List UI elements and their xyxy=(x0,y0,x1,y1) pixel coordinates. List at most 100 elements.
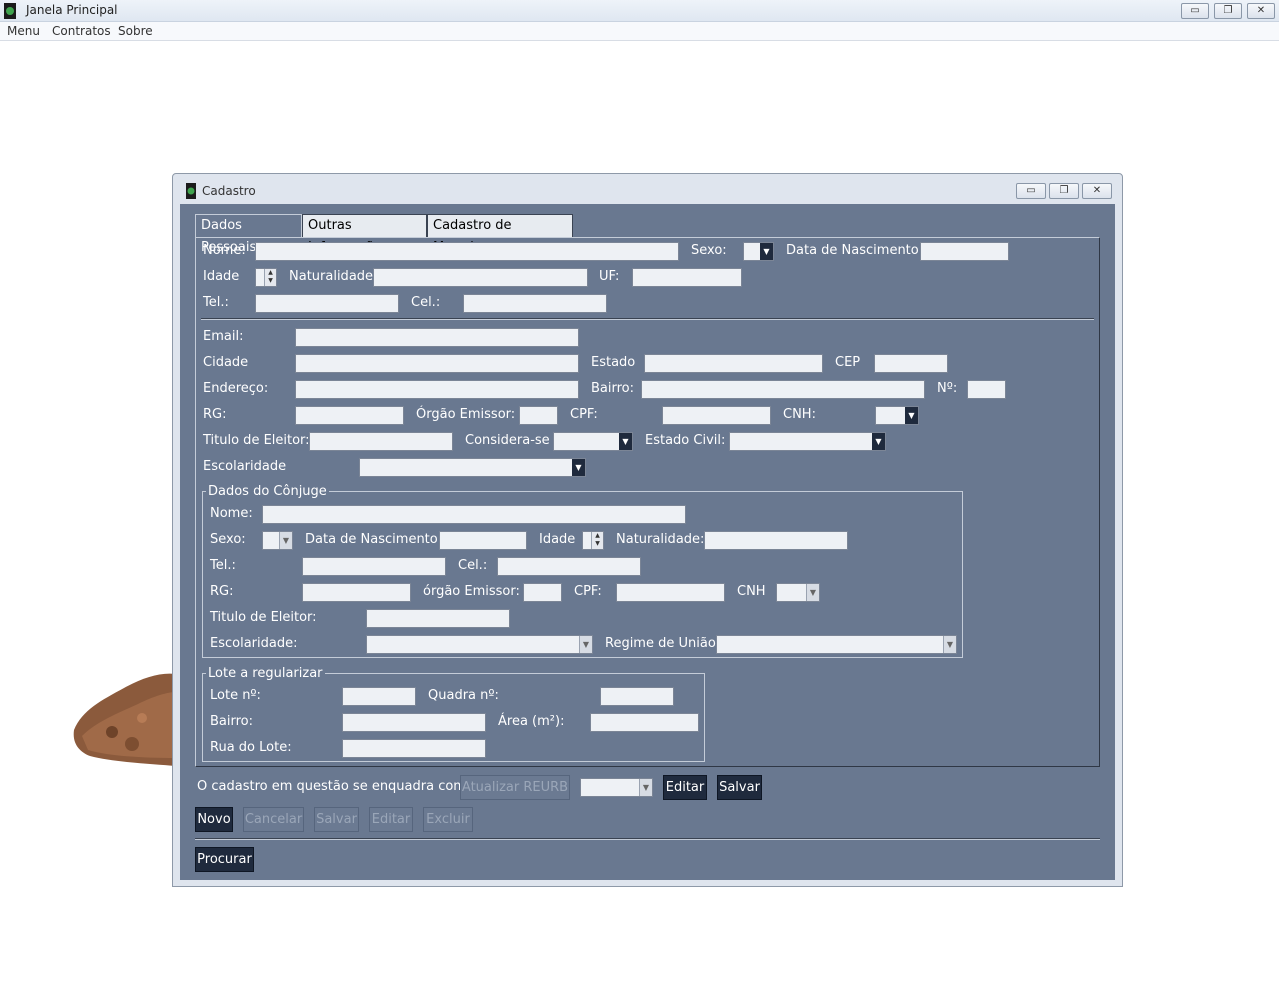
editar-button[interactable]: Editar xyxy=(369,807,413,832)
reurb-editar-button[interactable]: Editar xyxy=(663,775,707,800)
tab-outras-informacoes[interactable]: Outras Inforamções xyxy=(302,214,427,255)
chevron-down-icon: ▼ xyxy=(806,584,819,601)
email-input[interactable] xyxy=(295,328,579,347)
uf-input[interactable] xyxy=(632,268,742,287)
bairro-label: Bairro: xyxy=(591,381,635,396)
sexo-label: Sexo: xyxy=(691,243,727,258)
conjuge-nome-label: Nome: xyxy=(210,506,253,521)
conjuge-sexo-select[interactable]: ▼ xyxy=(262,531,293,550)
numero-label: Nº: xyxy=(937,381,958,396)
conjuge-escolaridade-select[interactable]: ▼ xyxy=(366,635,593,654)
cadastro-restore-button[interactable]: ❐ xyxy=(1049,183,1079,199)
menu-item-sobre[interactable]: Sobre xyxy=(118,24,153,38)
considera-se-select[interactable]: ▼ xyxy=(553,432,633,451)
close-button[interactable]: ✕ xyxy=(1247,3,1275,19)
cadastro-close-button[interactable]: ✕ xyxy=(1082,183,1112,199)
restore-button[interactable]: ❐ xyxy=(1214,3,1242,19)
estado-input[interactable] xyxy=(644,354,823,373)
idade-spinner[interactable]: ▲ ▼ xyxy=(255,268,277,287)
chevron-down-icon: ▼ xyxy=(572,459,585,476)
estado-civil-select[interactable]: ▼ xyxy=(729,432,886,451)
titulo-eleitor-label: Titulo de Eleitor: xyxy=(203,433,310,448)
conjuge-naturalidade-label: Naturalidade: xyxy=(616,532,705,547)
rua-lote-input[interactable] xyxy=(342,739,486,758)
escolaridade-label: Escolaridade xyxy=(203,459,287,474)
cadastro-minimize-button[interactable]: ▭ xyxy=(1016,183,1046,199)
chevron-down-icon: ▼ xyxy=(619,433,632,450)
procurar-button[interactable]: Procurar xyxy=(195,847,254,872)
conjuge-orgao-emissor-label: órgão Emissor: xyxy=(423,584,520,599)
area-input[interactable] xyxy=(590,713,699,732)
conjuge-cnh-select[interactable]: ▼ xyxy=(776,583,820,602)
endereco-label: Endereço: xyxy=(203,381,269,396)
minimize-button[interactable]: ▭ xyxy=(1181,3,1209,19)
atualizar-reurb-button[interactable]: Atualizar REURB xyxy=(460,775,570,800)
conjuge-nome-input[interactable] xyxy=(262,505,686,524)
numero-input[interactable] xyxy=(967,380,1006,399)
lote-numero-input[interactable] xyxy=(342,687,416,706)
conjuge-naturalidade-input[interactable] xyxy=(704,531,848,550)
tab-dados-pessoais[interactable]: Dados Pessoais xyxy=(195,214,302,255)
sexo-select[interactable]: ▼ xyxy=(743,242,774,261)
conjuge-tel-input[interactable] xyxy=(302,557,446,576)
main-window-title: Janela Principal xyxy=(26,3,118,17)
uf-label: UF: xyxy=(599,269,620,284)
lote-bairro-input[interactable] xyxy=(342,713,486,732)
rg-input[interactable] xyxy=(295,406,404,425)
reurb-salvar-button[interactable]: Salvar xyxy=(717,775,762,800)
spinner-arrows-icon[interactable]: ▲ ▼ xyxy=(591,532,603,549)
data-nascimento-input[interactable] xyxy=(920,242,1009,261)
cnh-select[interactable]: ▼ xyxy=(875,406,919,425)
conjuge-data-nascimento-input[interactable] xyxy=(439,531,527,550)
cel-input[interactable] xyxy=(463,294,607,313)
tab-cadastro-moradores[interactable]: Cadastro de Moradores xyxy=(427,214,573,255)
conjuge-idade-label: Idade xyxy=(539,532,576,547)
nome-input[interactable] xyxy=(255,242,679,261)
conjuge-titulo-eleitor-input[interactable] xyxy=(366,609,510,628)
naturalidade-input[interactable] xyxy=(373,268,588,287)
regime-uniao-label: Regime de União xyxy=(605,636,716,651)
regime-uniao-select[interactable]: ▼ xyxy=(716,635,957,654)
cep-label: CEP xyxy=(835,355,861,370)
main-title-bar: Janela Principal ▭ ❐ ✕ xyxy=(0,0,1279,22)
rua-lote-label: Rua do Lote: xyxy=(210,740,292,755)
idade-label: Idade xyxy=(203,269,240,284)
chevron-down-icon: ▼ xyxy=(279,532,292,549)
spinner-arrows-icon[interactable]: ▲ ▼ xyxy=(264,269,276,286)
cpf-label: CPF: xyxy=(570,407,598,422)
escolaridade-select[interactable]: ▼ xyxy=(359,458,586,477)
separator xyxy=(201,318,1094,320)
endereco-input[interactable] xyxy=(295,380,579,399)
area-label: Área (m²): xyxy=(498,714,565,729)
quadra-label: Quadra nº: xyxy=(428,688,499,703)
lote-numero-label: Lote nº: xyxy=(210,688,261,703)
cidade-label: Cidade xyxy=(203,355,249,370)
cidade-input[interactable] xyxy=(295,354,579,373)
orgao-emissor-label: Órgão Emissor: xyxy=(416,407,516,422)
novo-button[interactable]: Novo xyxy=(195,807,233,832)
cep-input[interactable] xyxy=(874,354,948,373)
cadastro-icon xyxy=(186,183,196,199)
conjuge-cpf-input[interactable] xyxy=(616,583,725,602)
bairro-input[interactable] xyxy=(641,380,925,399)
salvar-button[interactable]: Salvar xyxy=(314,807,359,832)
menu-item-menu[interactable]: Menu xyxy=(7,24,40,38)
titulo-eleitor-input[interactable] xyxy=(309,432,453,451)
conjuge-cel-input[interactable] xyxy=(497,557,641,576)
cpf-input[interactable] xyxy=(662,406,771,425)
chevron-down-icon: ▼ xyxy=(872,433,885,450)
excluir-button[interactable]: Excluir xyxy=(423,807,473,832)
orgao-emissor-input[interactable] xyxy=(519,406,558,425)
reurb-select[interactable]: ▼ xyxy=(580,778,653,797)
cadastro-title: Cadastro xyxy=(202,184,256,198)
conjuge-idade-spinner[interactable]: ▲ ▼ xyxy=(582,531,604,550)
menu-item-contratos[interactable]: Contratos xyxy=(52,24,111,38)
conjuge-rg-input[interactable] xyxy=(302,583,411,602)
cnh-label: CNH: xyxy=(783,407,816,422)
cel-label: Cel.: xyxy=(411,295,441,310)
cancelar-button[interactable]: Cancelar xyxy=(243,807,304,832)
conjuge-orgao-emissor-input[interactable] xyxy=(523,583,562,602)
quadra-input[interactable] xyxy=(600,687,674,706)
tel-input[interactable] xyxy=(255,294,399,313)
actions-separator xyxy=(195,838,1100,840)
